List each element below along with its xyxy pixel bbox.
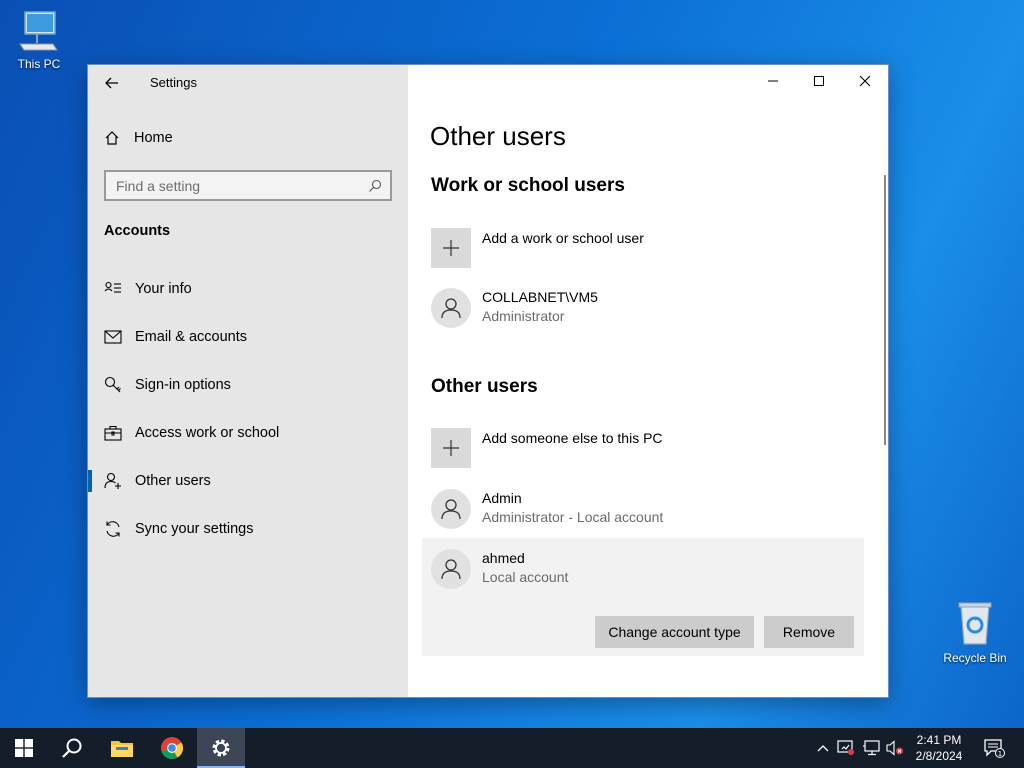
- work-school-users-heading: Work or school users: [431, 175, 625, 196]
- change-account-type-button[interactable]: Change account type: [595, 616, 754, 648]
- tray-clock[interactable]: 2:41 PM 2/8/2024: [906, 728, 972, 768]
- nav-item-email-accounts[interactable]: Email & accounts: [88, 313, 408, 361]
- plus-icon: [431, 228, 471, 268]
- briefcase-icon: [104, 424, 122, 442]
- nav-list: Your info Email & accounts Sign-in optio…: [88, 265, 408, 553]
- tray-security-icon[interactable]: [835, 728, 857, 768]
- user-name: ahmed: [482, 550, 525, 566]
- add-work-school-user-label: Add a work or school user: [482, 230, 644, 246]
- computer-icon: [4, 10, 74, 55]
- user-role: Administrator: [482, 308, 565, 324]
- user-role: Administrator - Local account: [482, 509, 664, 525]
- taskbar-chrome[interactable]: [148, 728, 196, 768]
- nav-item-label: Sync your settings: [135, 521, 254, 537]
- maximize-icon: [814, 76, 824, 86]
- nav-item-other-users[interactable]: Other users: [88, 457, 408, 505]
- minimize-icon: [768, 80, 778, 82]
- nav-item-label: Access work or school: [135, 425, 280, 441]
- nav-item-access-work-school[interactable]: Access work or school: [88, 409, 408, 457]
- sidebar: Settings Home Accounts Your info Email &…: [88, 65, 408, 697]
- recycle-bin-label: Recycle Bin: [943, 651, 1007, 665]
- this-pc-desktop-icon[interactable]: This PC: [4, 10, 74, 71]
- user-avatar-icon: [431, 288, 471, 328]
- search-input[interactable]: [116, 177, 368, 194]
- nav-item-your-info[interactable]: Your info: [88, 265, 408, 313]
- section-label-accounts: Accounts: [104, 223, 171, 239]
- tray-chevron-up-icon[interactable]: [812, 728, 834, 768]
- add-person-icon: [104, 472, 122, 490]
- close-button[interactable]: [842, 65, 888, 97]
- minimize-button[interactable]: [750, 65, 796, 97]
- nav-home[interactable]: Home: [104, 127, 173, 149]
- recycle-bin-icon: [940, 600, 1010, 649]
- taskbar: 2:41 PM 2/8/2024 1: [0, 728, 1024, 768]
- expanded-user-panel: ahmed Local account Change account type …: [422, 538, 864, 656]
- search-icon[interactable]: [368, 179, 382, 193]
- search-box[interactable]: [104, 170, 392, 201]
- user-row-ahmed[interactable]: ahmed Local account: [430, 548, 860, 594]
- home-icon: [105, 131, 119, 145]
- user-name: Admin: [482, 490, 522, 506]
- taskbar-file-explorer[interactable]: [98, 728, 146, 768]
- chrome-icon: [161, 737, 183, 760]
- user-name: COLLABNET\VM5: [482, 289, 598, 305]
- notification-count: 1: [998, 750, 1002, 758]
- nav-item-label: Sign-in options: [135, 377, 231, 393]
- main-content: Other users Work or school users Add a w…: [408, 65, 888, 697]
- gear-icon: [212, 739, 230, 757]
- nav-item-sign-in-options[interactable]: Sign-in options: [88, 361, 408, 409]
- folder-icon: [111, 741, 133, 757]
- nav-item-label: Your info: [135, 281, 192, 297]
- tray-network-icon[interactable]: [859, 728, 883, 768]
- start-button[interactable]: [0, 728, 48, 768]
- remove-user-button[interactable]: Remove: [764, 616, 854, 648]
- close-icon: [859, 75, 871, 87]
- add-someone-else-button[interactable]: Add someone else to this PC: [430, 428, 860, 468]
- settings-window: Settings Home Accounts Your info Email &…: [88, 65, 888, 697]
- user-avatar-icon: [431, 549, 471, 589]
- taskbar-search-button[interactable]: [48, 728, 96, 768]
- action-center-button[interactable]: 1: [980, 728, 1008, 768]
- notification-icon: 1: [984, 739, 1005, 758]
- nav-item-label: Email & accounts: [135, 329, 248, 345]
- clock-date: 2/8/2024: [915, 749, 963, 763]
- user-row-collabnet-vm5[interactable]: COLLABNET\VM5 Administrator: [430, 287, 860, 333]
- page-title: Other users: [430, 121, 566, 151]
- search-icon: [62, 738, 82, 758]
- key-icon: [104, 376, 122, 394]
- user-avatar-icon: [431, 489, 471, 529]
- back-arrow-icon[interactable]: [102, 73, 122, 93]
- clock-time: 2:41 PM: [916, 733, 962, 747]
- other-users-heading: Other users: [431, 376, 538, 397]
- home-label: Home: [134, 130, 173, 146]
- sync-icon: [104, 520, 122, 538]
- nav-item-label: Other users: [135, 473, 211, 489]
- maximize-button[interactable]: [796, 65, 842, 97]
- nav-item-sync-settings[interactable]: Sync your settings: [88, 505, 408, 553]
- add-someone-else-label: Add someone else to this PC: [482, 430, 663, 446]
- tray-volume-muted-icon[interactable]: [884, 728, 906, 768]
- this-pc-label: This PC: [17, 57, 61, 71]
- taskbar-settings[interactable]: [197, 728, 245, 768]
- windows-logo-icon: [15, 739, 33, 757]
- mail-icon: [104, 328, 122, 346]
- user-row-admin[interactable]: Admin Administrator - Local account: [430, 488, 860, 534]
- scrollbar[interactable]: [884, 175, 886, 445]
- recycle-bin-desktop-icon[interactable]: Recycle Bin: [940, 600, 1010, 665]
- user-role: Local account: [482, 569, 569, 585]
- your-info-icon: [104, 280, 122, 298]
- window-title: Settings: [150, 75, 197, 90]
- add-work-school-user-button[interactable]: Add a work or school user: [430, 228, 860, 268]
- plus-icon: [431, 428, 471, 468]
